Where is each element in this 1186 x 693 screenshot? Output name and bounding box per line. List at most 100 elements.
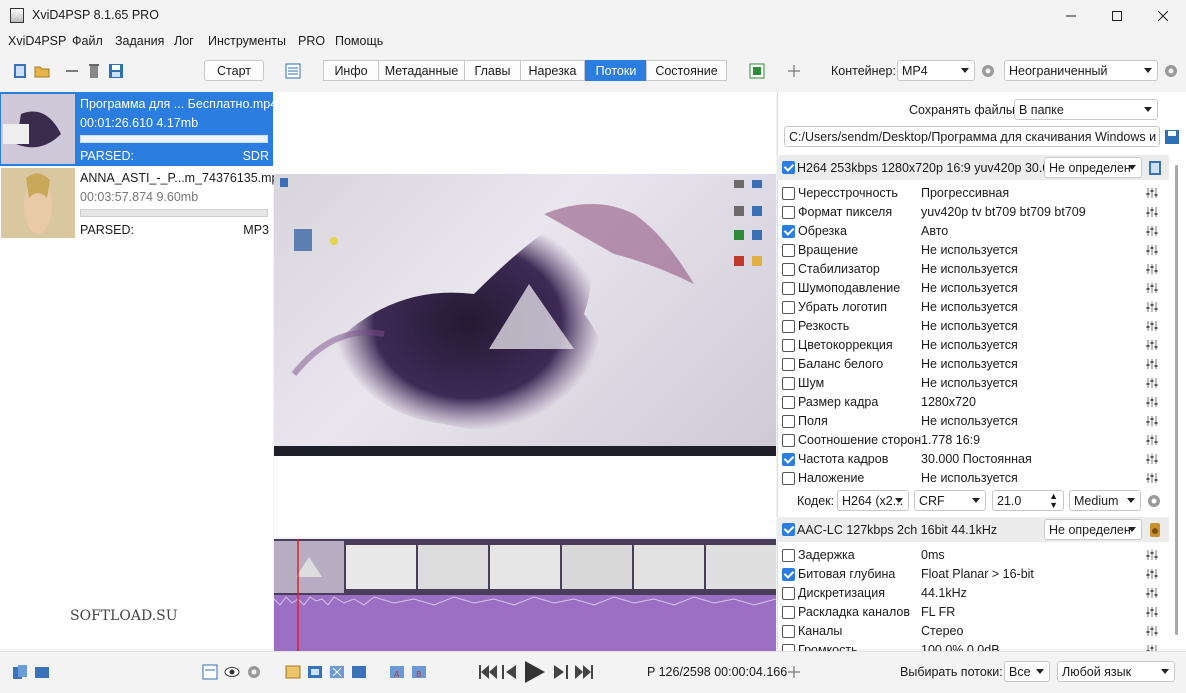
- video-filter-row[interactable]: Поля Не используется: [782, 412, 1164, 431]
- image-icon[interactable]: [285, 664, 301, 680]
- video-filter-checkbox[interactable]: [782, 453, 795, 466]
- video-filter-checkbox[interactable]: [782, 415, 795, 428]
- video-filter-checkbox[interactable]: [782, 225, 795, 238]
- tab-info[interactable]: Инфо: [323, 60, 379, 81]
- video-filter-row[interactable]: Обрезка Авто: [782, 222, 1164, 241]
- equalizer-icon[interactable]: [1146, 472, 1158, 484]
- equalizer-icon[interactable]: [1146, 625, 1158, 637]
- video-filter-row[interactable]: Резкость Не используется: [782, 317, 1164, 336]
- start-button[interactable]: Старт: [204, 60, 264, 81]
- audio-filter-checkbox[interactable]: [782, 568, 795, 581]
- equalizer-icon[interactable]: [1146, 453, 1158, 465]
- equalizer-icon[interactable]: [1146, 568, 1158, 580]
- container-select[interactable]: MP4: [897, 60, 975, 81]
- video-filter-row[interactable]: Шумоподавление Не используется: [782, 279, 1164, 298]
- eye-icon[interactable]: [224, 664, 240, 680]
- video-filter-row[interactable]: Чересстрочность Прогрессивная: [782, 184, 1164, 203]
- video-filter-checkbox[interactable]: [782, 434, 795, 447]
- menu-help[interactable]: Помощь: [335, 34, 383, 48]
- stepper-arrows-icon[interactable]: ▲ ▼: [1049, 492, 1058, 510]
- video-filter-checkbox[interactable]: [782, 339, 795, 352]
- audio-filter-row[interactable]: Битовая глубина Float Planar > 16-bit: [782, 565, 1164, 584]
- video-stream-checkbox[interactable]: [782, 161, 795, 174]
- export-icon[interactable]: [749, 63, 765, 79]
- video-stream-icon[interactable]: [1147, 160, 1163, 176]
- chapter-icon[interactable]: [351, 664, 367, 680]
- equalizer-icon[interactable]: [1146, 244, 1158, 256]
- save-location-select[interactable]: В папке: [1014, 99, 1158, 120]
- batch-add-icon[interactable]: [34, 664, 50, 680]
- audio-filter-checkbox[interactable]: [782, 587, 795, 600]
- audio-filter-row[interactable]: Раскладка каналов FL FR: [782, 603, 1164, 622]
- crf-stepper[interactable]: 21.0 ▲ ▼: [992, 490, 1064, 511]
- menu-log[interactable]: Лог: [174, 34, 194, 48]
- tab-cutting[interactable]: Нарезка: [520, 60, 585, 81]
- minimize-button[interactable]: [1048, 0, 1094, 31]
- tab-metadata[interactable]: Метаданные: [378, 60, 465, 81]
- equalizer-icon[interactable]: [1146, 415, 1158, 427]
- tab-status[interactable]: Состояние: [646, 60, 727, 81]
- video-filter-checkbox[interactable]: [782, 358, 795, 371]
- maximize-button[interactable]: [1094, 0, 1140, 31]
- equalizer-icon[interactable]: [1146, 320, 1158, 332]
- equalizer-icon[interactable]: [1146, 358, 1158, 370]
- video-filter-row[interactable]: Вращение Не используется: [782, 241, 1164, 260]
- equalizer-icon[interactable]: [1146, 606, 1158, 618]
- video-preview[interactable]: [274, 174, 776, 456]
- preview-settings-gear-icon[interactable]: [246, 664, 262, 680]
- audio-filter-checkbox[interactable]: [782, 625, 795, 638]
- frame-icon[interactable]: [307, 664, 323, 680]
- video-filter-checkbox[interactable]: [782, 472, 795, 485]
- menu-pro[interactable]: PRO: [298, 34, 325, 48]
- tab-streams[interactable]: Потоки: [585, 60, 647, 81]
- equalizer-icon[interactable]: [1146, 339, 1158, 351]
- video-filter-row[interactable]: Размер кадра 1280x720: [782, 393, 1164, 412]
- audio-filter-row[interactable]: Каналы Стерео: [782, 622, 1164, 641]
- equalizer-icon[interactable]: [1146, 225, 1158, 237]
- timeline[interactable]: [274, 539, 776, 651]
- file-item[interactable]: Программа для ... Бесплатно.mp4 00:01:26…: [0, 92, 277, 166]
- video-filter-checkbox[interactable]: [782, 206, 795, 219]
- equalizer-icon[interactable]: [1146, 263, 1158, 275]
- video-filter-checkbox[interactable]: [782, 244, 795, 257]
- video-filter-checkbox[interactable]: [782, 282, 795, 295]
- trash-icon[interactable]: [86, 63, 102, 79]
- equalizer-icon[interactable]: [1146, 434, 1158, 446]
- file-item[interactable]: ANNA_ASTI_-_P...m_74376135.mp3 00:03:57.…: [0, 166, 285, 240]
- codec-settings-gear-icon[interactable]: [1146, 493, 1162, 509]
- remove-icon[interactable]: [64, 63, 80, 79]
- save-icon[interactable]: [108, 63, 124, 79]
- limit-settings-gear-icon[interactable]: [1163, 63, 1179, 79]
- audio-filter-row[interactable]: Дискретизация 44.1kHz: [782, 584, 1164, 603]
- audio-stream-checkbox[interactable]: [782, 523, 795, 536]
- video-filter-checkbox[interactable]: [782, 263, 795, 276]
- video-filter-row[interactable]: Наложение Не используется: [782, 469, 1164, 488]
- equalizer-icon[interactable]: [1146, 377, 1158, 389]
- cut-icon[interactable]: [329, 664, 345, 680]
- film-icon[interactable]: [12, 63, 28, 79]
- skip-forward-icon[interactable]: [574, 662, 594, 682]
- step-back-icon[interactable]: [501, 662, 517, 682]
- video-filter-row[interactable]: Формат пикселя yuv420p tv bt709 bt709 bt7…: [782, 203, 1164, 222]
- video-filter-checkbox[interactable]: [782, 187, 795, 200]
- batch-icon[interactable]: [12, 664, 28, 680]
- equalizer-icon[interactable]: [1146, 282, 1158, 294]
- equalizer-icon[interactable]: [1146, 587, 1158, 599]
- container-settings-gear-icon[interactable]: [980, 63, 996, 79]
- menu-tools[interactable]: Инструменты: [208, 34, 286, 48]
- list-view-icon[interactable]: [285, 63, 301, 79]
- video-filter-row[interactable]: Убрать логотип Не используется: [782, 298, 1164, 317]
- video-filter-row[interactable]: Шум Не используется: [782, 374, 1164, 393]
- equalizer-icon[interactable]: [1146, 187, 1158, 199]
- equalizer-icon[interactable]: [1146, 206, 1158, 218]
- language-select[interactable]: Любой язык: [1057, 661, 1175, 682]
- audio-filter-checkbox[interactable]: [782, 549, 795, 562]
- video-filter-row[interactable]: Соотношение сторон 1.778 16:9: [782, 431, 1164, 450]
- video-filter-checkbox[interactable]: [782, 320, 795, 333]
- audio-filter-row[interactable]: Задержка 0ms: [782, 546, 1164, 565]
- audio-stream-icon[interactable]: [1147, 522, 1163, 538]
- audio-filter-checkbox[interactable]: [782, 606, 795, 619]
- menu-tasks[interactable]: Задания: [115, 34, 164, 48]
- notes-icon[interactable]: [202, 664, 218, 680]
- output-path-field[interactable]: C:/Users/sendm/Desktop/Программа для ска…: [784, 126, 1160, 147]
